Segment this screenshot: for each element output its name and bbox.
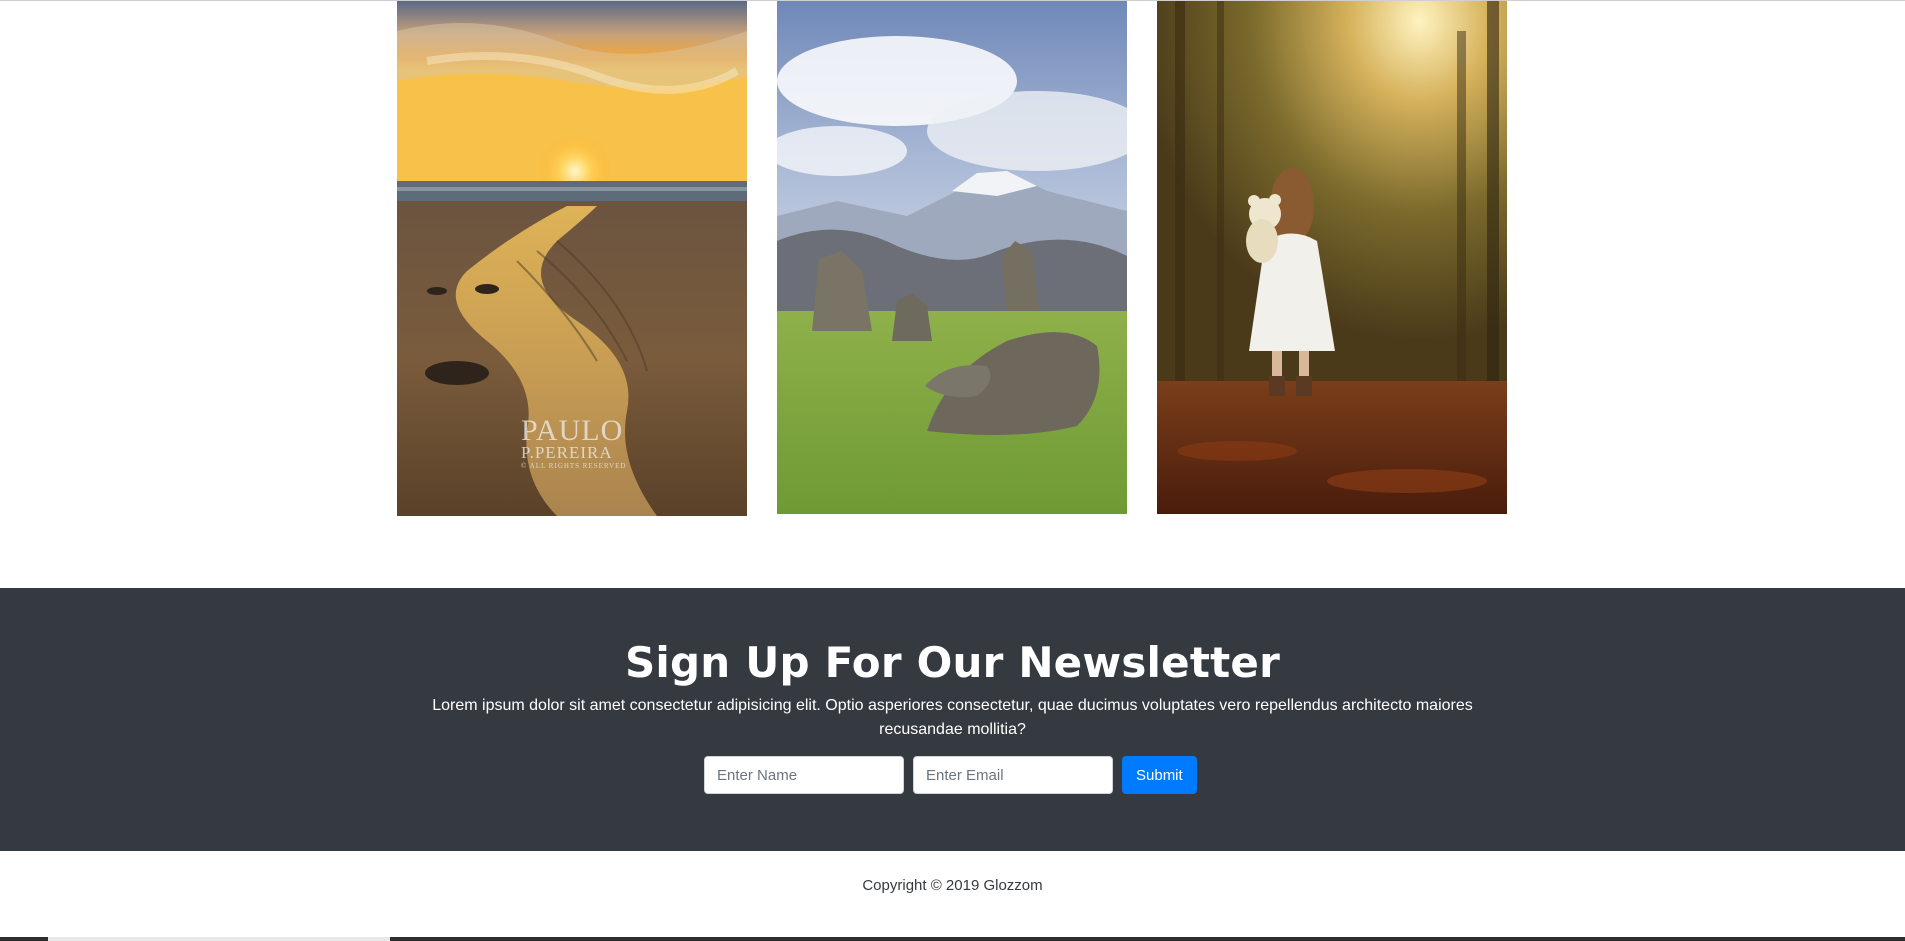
- site-footer: Copyright © 2019 Glozzom: [0, 851, 1905, 937]
- copyright-text: Copyright © 2019 Glozzom: [862, 877, 1043, 894]
- bottom-edge-bar: [0, 937, 1905, 941]
- newsletter-description: Lorem ipsum dolor sit amet consectetur a…: [432, 697, 1473, 738]
- watermark-small: © ALL RIGHTS RESERVED: [521, 462, 627, 470]
- newsletter-title: Sign Up For Our Newsletter: [624, 638, 1280, 687]
- submit-button[interactable]: Submit: [1122, 756, 1197, 794]
- newsletter-section: Sign Up For Our Newsletter Lorem ipsum d…: [0, 588, 1905, 851]
- photographer-watermark: PAULO P.PEREIRA © ALL RIGHTS RESERVED: [521, 416, 626, 470]
- girl-with-teddy-image: [1157, 1, 1507, 514]
- stone-circle-image: [777, 1, 1127, 514]
- watermark-main: PAULO: [521, 414, 624, 447]
- gallery-photo-sunset-beach[interactable]: PAULO P.PEREIRA © ALL RIGHTS RESERVED: [397, 1, 747, 516]
- photo-gallery: PAULO P.PEREIRA © ALL RIGHTS RESERVED: [0, 1, 1905, 516]
- gallery-photo-stone-circle[interactable]: [777, 1, 1127, 514]
- newsletter-form: Submit: [704, 756, 1197, 796]
- watermark-sub: P.PEREIRA: [521, 443, 613, 462]
- name-input[interactable]: [704, 756, 904, 794]
- email-input[interactable]: [913, 756, 1113, 794]
- page: PAULO P.PEREIRA © ALL RIGHTS RESERVED Si…: [0, 0, 1905, 941]
- bottom-bar-segment: [48, 937, 390, 941]
- gallery-photo-girl-with-teddy[interactable]: [1157, 1, 1507, 514]
